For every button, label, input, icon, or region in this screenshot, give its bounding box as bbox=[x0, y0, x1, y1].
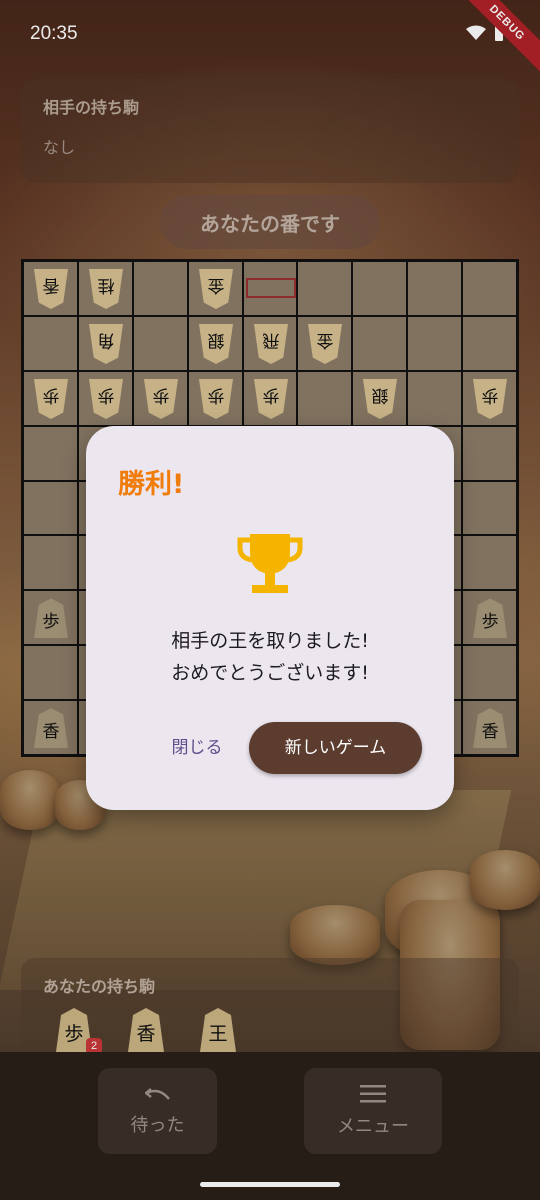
trophy-icon bbox=[237, 534, 303, 593]
dialog-title: 勝利! bbox=[118, 469, 185, 500]
close-button[interactable]: 閉じる bbox=[152, 734, 242, 762]
dialog-message-line2: おめでとうございます! bbox=[171, 662, 369, 684]
new-game-button[interactable]: 新しいゲーム bbox=[249, 722, 422, 774]
victory-dialog: 勝利! 相手の王を取りました! おめでとうございます! 閉じる 新しいゲーム bbox=[86, 426, 454, 810]
dialog-message-line1: 相手の王を取りました! bbox=[171, 630, 369, 652]
